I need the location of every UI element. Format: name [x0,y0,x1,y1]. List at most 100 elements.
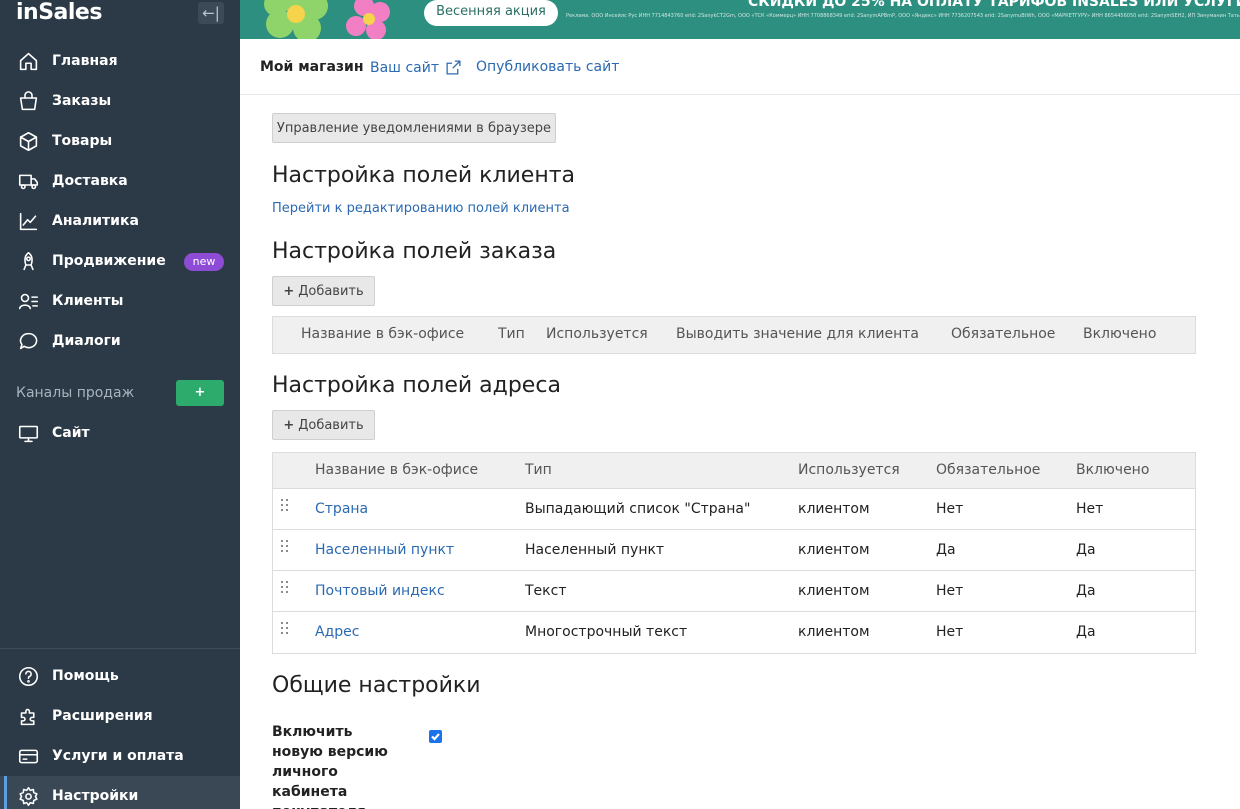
field-required: Да [936,542,956,558]
my-shop-tab[interactable]: Мой магазин [260,59,364,75]
sidebar-item-label: Заказы [52,93,112,109]
field-type: Населенный пункт [525,542,665,558]
field-used: клиентом [798,624,870,640]
field-enabled: Да [1076,583,1096,599]
order-fields-title: Настройка полей заказа [272,239,557,264]
sales-channels-label: Каналы продаж [16,385,135,401]
field-type: Выпадающий список "Страна" [525,501,751,517]
address-fields-table: Название в бэк-офисе Тип Используется Об… [272,452,1196,654]
box-icon [17,130,39,152]
sidebar-item-dialogs[interactable]: Диалоги [0,321,240,361]
sidebar-item-label: Услуги и оплата [52,748,184,764]
promo-banner[interactable]: Весенняя акция СКИДКИ ДО 25% НА ОПЛАТУ Т… [240,0,1240,39]
table-row: Населенный пункт Населенный пункт клиент… [273,530,1195,571]
spring-promo-button[interactable]: Весенняя акция [424,0,558,26]
drag-handle-icon[interactable] [281,622,289,638]
collapse-sidebar-button[interactable]: ←| [198,2,224,24]
sidebar-item-label: Главная [52,53,118,69]
sidebar-item-label: Аналитика [52,213,139,229]
drag-handle-icon[interactable] [281,581,289,597]
drag-handle-icon[interactable] [281,499,289,515]
publish-site-link[interactable]: Опубликовать сайт [476,59,619,75]
field-enabled: Нет [1076,501,1104,517]
add-label: Добавить [298,417,364,433]
rocket-icon [17,250,39,272]
sidebar-item-products[interactable]: Товары [0,121,240,161]
sales-channels-header: Каналы продаж + [16,380,224,406]
top-nav: Мой магазин Ваш сайт Опубликовать сайт [240,39,1240,95]
edit-client-fields-link[interactable]: Перейти к редактированию полей клиента [272,201,570,216]
column-header: Используется [546,326,648,342]
column-header: Обязательное [936,462,1041,478]
field-name-link[interactable]: Населенный пункт [315,542,454,558]
puzzle-icon [17,705,39,727]
sidebar-item-orders[interactable]: Заказы [0,81,240,121]
field-enabled: Да [1076,542,1096,558]
field-type: Многострочный текст [525,624,688,640]
table-row: Страна Выпадающий список "Страна" клиент… [273,489,1195,530]
card-icon [17,745,39,767]
new-badge: new [184,253,224,271]
your-site-link[interactable]: Ваш сайт [370,59,462,76]
add-channel-button[interactable]: + [176,380,224,406]
order-fields-table-header: Название в бэк-офисе Тип Используется Вы… [272,316,1196,354]
users-icon [17,290,39,312]
address-table-header: Название в бэк-офисе Тип Используется Об… [273,453,1195,489]
general-settings-title: Общие настройки [272,673,481,698]
banner-fine-print: Реклама. ООО Инсейлс Рус ИНН 7714843760 … [566,13,1240,19]
new-cabinet-label: Включить новую версию личного кабинета п… [272,724,388,809]
drag-handle-icon[interactable] [281,540,289,556]
field-used: клиентом [798,542,870,558]
chat-icon [17,330,39,352]
column-header: Тип [498,326,525,342]
sidebar-item-analytics[interactable]: Аналитика [0,201,240,241]
add-address-field-button[interactable]: + Добавить [272,410,375,440]
external-link-icon [446,60,461,75]
column-header: Включено [1076,462,1150,478]
new-cabinet-checkbox[interactable] [429,730,442,743]
browser-notifications-button[interactable]: Управление уведомлениями в браузере [272,113,556,143]
sidebar-item-site[interactable]: Сайт [0,413,240,453]
main-nav: Главная Заказы Товары Доставка Аналитика… [0,41,240,361]
basket-icon [17,90,39,112]
sidebar-item-label: Расширения [52,708,153,724]
sidebar-item-delivery[interactable]: Доставка [0,161,240,201]
sidebar-item-billing[interactable]: Услуги и оплата [0,736,240,776]
column-header: Выводить значение для клиента [676,326,919,342]
field-name-link[interactable]: Страна [315,501,368,517]
sidebar-item-extensions[interactable]: Расширения [0,696,240,736]
field-required: Нет [936,501,964,517]
field-name-link[interactable]: Почтовый индекс [315,583,445,599]
sidebar-item-label: Сайт [52,425,90,441]
field-required: Нет [936,624,964,640]
column-header: Название в бэк-офисе [315,462,479,478]
bottom-nav: Помощь Расширения Услуги и оплата Настро… [0,656,240,809]
add-order-field-button[interactable]: + Добавить [272,276,375,306]
sidebar-item-promotion[interactable]: Продвижение new [0,241,240,281]
sidebar-item-home[interactable]: Главная [0,41,240,81]
truck-icon [17,170,39,192]
sidebar-item-label: Клиенты [52,293,124,309]
monitor-icon [17,422,39,444]
sidebar-item-help[interactable]: Помощь [0,656,240,696]
chart-icon [17,210,39,232]
field-name-link[interactable]: Адрес [315,624,359,640]
table-row: Почтовый индекс Текст клиентом Нет Да [273,571,1195,612]
column-header: Включено [1083,326,1157,342]
sidebar-item-label: Настройки [52,788,139,804]
client-fields-title: Настройка полей клиента [272,163,576,188]
checkmark-icon [431,733,440,741]
insales-logo[interactable]: inSales [16,0,102,26]
sidebar-item-label: Товары [52,133,113,149]
sidebar-item-settings[interactable]: Настройки [0,776,240,809]
table-row: Адрес Многострочный текст клиентом Нет Д… [273,612,1195,653]
gear-icon [17,785,39,807]
field-required: Нет [936,583,964,599]
field-type: Текст [525,583,567,599]
add-label: Добавить [298,283,364,299]
sidebar-divider [0,648,240,649]
column-header: Обязательное [951,326,1056,342]
sidebar-item-clients[interactable]: Клиенты [0,281,240,321]
home-icon [17,50,39,72]
field-used: клиентом [798,583,870,599]
